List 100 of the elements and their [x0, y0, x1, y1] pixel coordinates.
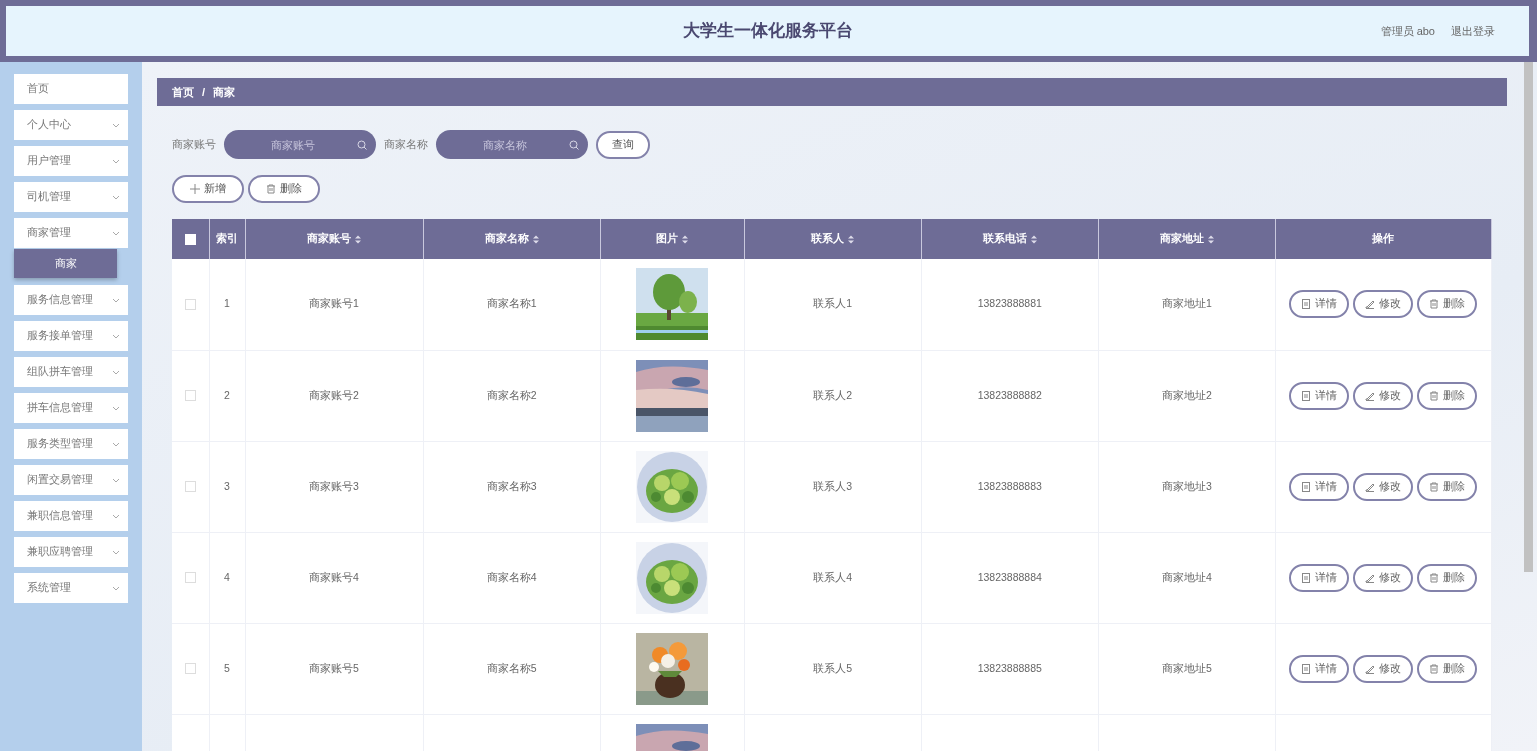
- delete-button[interactable]: 删除: [1417, 563, 1478, 592]
- edit-button[interactable]: 修改: [1353, 654, 1414, 683]
- table-cell: 商家地址3: [1161, 479, 1212, 492]
- table-cell: 商家名称1: [486, 297, 537, 310]
- edit-button[interactable]: 修改: [1353, 472, 1414, 501]
- site-title: 大学生一体化服务平台: [682, 20, 853, 43]
- chevron-icon: [112, 585, 120, 591]
- detail-button[interactable]: 详情: [1289, 381, 1350, 410]
- sidebar-item[interactable]: 服务类型管理: [14, 429, 128, 459]
- trash-icon: [1429, 390, 1440, 401]
- chevron-icon: [112, 158, 120, 164]
- pencil-icon: [1365, 390, 1376, 401]
- plus-icon: [190, 184, 200, 194]
- row-checkbox[interactable]: [184, 390, 196, 402]
- sidebar-item[interactable]: 组队拼车管理: [14, 357, 128, 387]
- chevron-icon: [112, 230, 120, 236]
- sidebar-item[interactable]: 服务接单管理: [14, 321, 128, 351]
- document-icon: [1301, 663, 1312, 674]
- document-icon: [1301, 572, 1312, 583]
- search-field[interactable]: 商家账号: [224, 130, 376, 159]
- table-cell: 13823888883: [977, 479, 1042, 492]
- edit-button[interactable]: 修改: [1353, 381, 1414, 410]
- sidebar-item[interactable]: 闲置交易管理: [14, 465, 128, 495]
- table-cell: 联系人3: [813, 479, 853, 492]
- row-checkbox[interactable]: [184, 663, 196, 675]
- chevron-icon: [112, 441, 120, 447]
- detail-button[interactable]: 详情: [1289, 472, 1350, 501]
- delete-button[interactable]: 删除: [1417, 654, 1478, 683]
- pencil-icon: [1365, 572, 1376, 583]
- row-checkbox[interactable]: [184, 481, 196, 493]
- sidebar-item[interactable]: 商家管理: [14, 218, 128, 248]
- chevron-icon: [112, 477, 120, 483]
- scrollbar[interactable]: [1524, 62, 1533, 572]
- edit-button[interactable]: 修改: [1353, 563, 1414, 592]
- table-cell: 2: [224, 388, 230, 401]
- column-header[interactable]: 商家账号: [307, 231, 362, 247]
- table-cell: 商家名称2: [486, 388, 537, 401]
- table-cell: 商家账号3: [309, 479, 359, 492]
- query-button[interactable]: 查询: [596, 130, 650, 159]
- table-cell: 联系人4: [813, 570, 853, 583]
- edit-button[interactable]: 修改: [1353, 290, 1414, 319]
- sidebar-item[interactable]: 兼职信息管理: [14, 501, 128, 531]
- breadcrumb-item[interactable]: 首页: [172, 83, 194, 101]
- logout-link[interactable]: 退出登录: [1451, 23, 1495, 40]
- sidebar-item[interactable]: 服务信息管理: [14, 285, 128, 315]
- sidebar-item[interactable]: 系统管理: [14, 573, 128, 603]
- table-cell: 5: [224, 661, 230, 674]
- search-label: 商家名称: [384, 136, 428, 152]
- document-icon: [1301, 481, 1312, 492]
- row-checkbox[interactable]: [184, 572, 196, 584]
- column-header: 操作: [1372, 231, 1395, 247]
- detail-button[interactable]: 详情: [1289, 563, 1350, 592]
- chevron-icon: [112, 549, 120, 555]
- search-field[interactable]: 商家名称: [436, 130, 588, 159]
- table-cell: 商家地址5: [1161, 661, 1212, 674]
- breadcrumb-item: 商家: [213, 84, 236, 100]
- sidebar-item[interactable]: 兼职应聘管理: [14, 537, 128, 567]
- table-cell: 商家账号1: [309, 297, 359, 310]
- chevron-icon: [112, 122, 120, 128]
- trash-icon: [1429, 481, 1440, 492]
- column-header[interactable]: 联系人: [811, 231, 855, 247]
- table-cell: 13823888881: [977, 297, 1042, 310]
- table-cell: 联系人2: [813, 388, 853, 401]
- table-cell: 3: [224, 479, 230, 492]
- column-header[interactable]: 商家地址: [1159, 231, 1214, 247]
- chevron-icon: [112, 405, 120, 411]
- table-cell: 商家账号2: [309, 388, 359, 401]
- search-icon: [357, 140, 367, 150]
- table-cell: 商家账号5: [309, 661, 359, 674]
- delete-button[interactable]: 删除: [1417, 472, 1478, 501]
- document-icon: [1301, 390, 1312, 401]
- column-header[interactable]: 联系电话: [982, 231, 1037, 247]
- table-cell: 商家地址1: [1161, 297, 1212, 310]
- sidebar-item[interactable]: 拼车信息管理: [14, 393, 128, 423]
- sidebar-item[interactable]: 首页: [14, 74, 128, 104]
- column-header[interactable]: 商家名称: [484, 231, 539, 247]
- admin-user-label: 管理员 abo: [1380, 24, 1435, 39]
- delete-button[interactable]: 删除: [1417, 290, 1478, 319]
- trash-icon: [1429, 299, 1440, 310]
- delete-button[interactable]: 删除: [1417, 381, 1478, 410]
- breadcrumb-separator: /: [202, 84, 206, 100]
- sidebar-item[interactable]: 司机管理: [14, 182, 128, 212]
- detail-button[interactable]: 详情: [1289, 654, 1350, 683]
- table-cell: 13823888884: [977, 570, 1042, 583]
- trash-icon: [1429, 663, 1440, 674]
- sidebar-item[interactable]: 个人中心: [14, 110, 128, 140]
- row-checkbox[interactable]: [184, 299, 196, 311]
- sort-icon: [1030, 234, 1037, 244]
- sidebar-subitem[interactable]: 商家: [14, 249, 117, 278]
- table-cell: 1: [224, 297, 230, 310]
- chevron-icon: [112, 194, 120, 200]
- delete-button[interactable]: 删除: [248, 175, 320, 203]
- add-button[interactable]: 新增: [172, 175, 244, 203]
- chevron-icon: [112, 297, 120, 303]
- column-header[interactable]: 图片: [656, 231, 689, 247]
- table-cell: 联系人1: [813, 297, 853, 310]
- sidebar-item[interactable]: 用户管理: [14, 146, 128, 176]
- detail-button[interactable]: 详情: [1289, 290, 1350, 319]
- select-all-checkbox[interactable]: [184, 233, 196, 245]
- table-cell: 商家名称3: [486, 479, 537, 492]
